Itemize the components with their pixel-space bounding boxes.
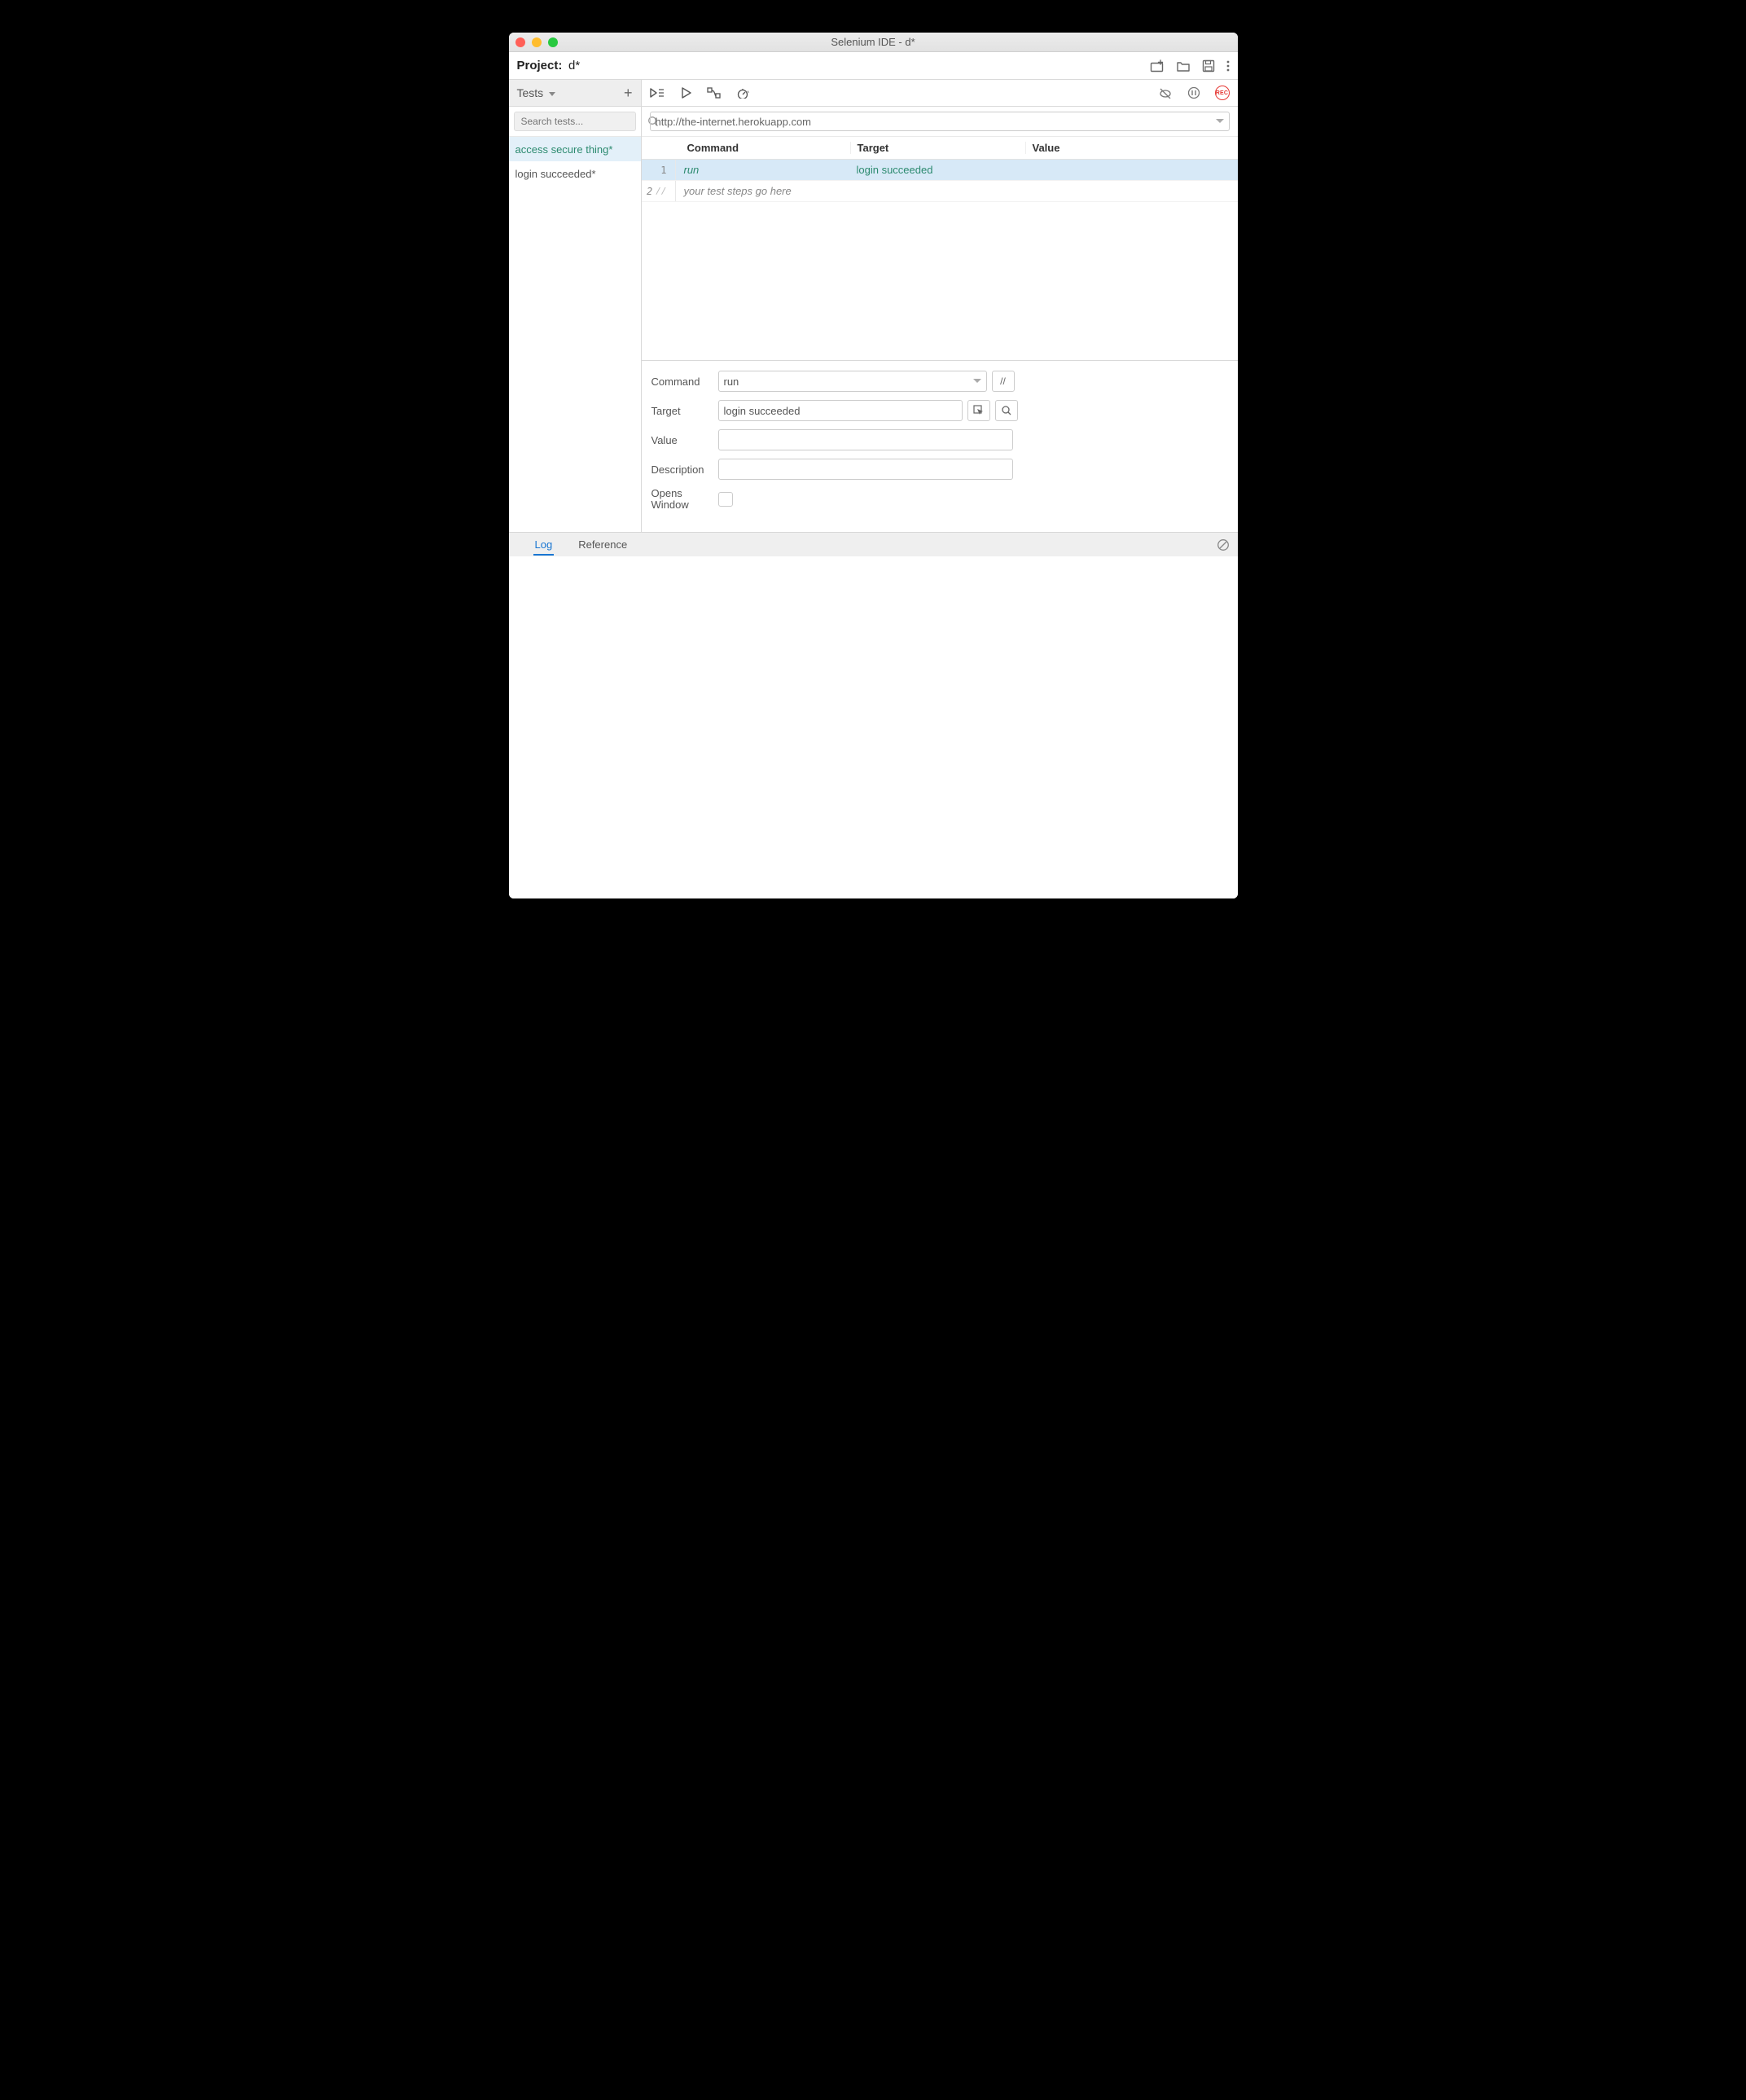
header-value: Value bbox=[1025, 142, 1238, 154]
tests-list: access secure thing* login succeeded* bbox=[509, 137, 641, 186]
step-row[interactable]: 2 // your test steps go here bbox=[642, 181, 1238, 202]
description-input[interactable] bbox=[718, 459, 1013, 480]
base-url-row: http://the-internet.herokuapp.com bbox=[642, 107, 1238, 137]
chevron-down-icon bbox=[973, 379, 981, 384]
main-panel: http://the-internet.herokuapp.com Comman… bbox=[642, 107, 1238, 532]
test-item-login-succeeded[interactable]: login succeeded* bbox=[509, 161, 641, 186]
clear-log-icon[interactable] bbox=[1217, 538, 1230, 551]
minimize-window-button[interactable] bbox=[532, 37, 542, 47]
disable-breakpoints-icon[interactable] bbox=[1158, 87, 1173, 99]
select-target-button[interactable] bbox=[967, 400, 990, 421]
header-command: Command bbox=[679, 142, 850, 154]
step-row[interactable]: 1 run login succeeded bbox=[642, 160, 1238, 181]
steps-grid: 1 run login succeeded 2 // your test ste… bbox=[642, 160, 1238, 360]
project-name: d* bbox=[568, 59, 580, 72]
test-item-label: access secure thing* bbox=[515, 143, 613, 156]
command-input[interactable]: run bbox=[718, 371, 987, 392]
toggle-comment-button[interactable]: // bbox=[992, 371, 1015, 392]
tests-heading[interactable]: Tests + bbox=[509, 80, 642, 106]
project-bar: Project: d* bbox=[509, 52, 1238, 80]
test-item-label: login succeeded* bbox=[515, 168, 596, 180]
project-header: Project: d* bbox=[517, 59, 581, 72]
comment-marker: // bbox=[656, 186, 666, 196]
step-target: login succeeded bbox=[850, 164, 1025, 176]
new-project-icon[interactable] bbox=[1150, 59, 1165, 72]
titlebar: Selenium IDE - d* bbox=[509, 33, 1238, 52]
search-tests-input[interactable] bbox=[514, 112, 636, 131]
step-number: 2 // bbox=[642, 181, 676, 201]
opens-window-checkbox[interactable] bbox=[718, 492, 733, 507]
run-all-tests-icon[interactable] bbox=[650, 87, 666, 99]
run-toolbar: REC bbox=[642, 80, 1238, 106]
step-command: run bbox=[676, 164, 850, 176]
add-test-button[interactable]: + bbox=[624, 87, 633, 99]
description-label: Description bbox=[651, 463, 718, 476]
command-value: run bbox=[724, 376, 739, 388]
open-project-icon[interactable] bbox=[1176, 59, 1191, 72]
speed-control-icon[interactable] bbox=[736, 87, 751, 99]
run-current-test-icon[interactable] bbox=[681, 87, 692, 99]
tests-label: Tests bbox=[517, 86, 544, 99]
app-window: Selenium IDE - d* Project: d* bbox=[509, 33, 1238, 898]
window-controls bbox=[515, 37, 558, 47]
test-item-access-secure-thing[interactable]: access secure thing* bbox=[509, 137, 641, 161]
steps-grid-header: Command Target Value bbox=[642, 137, 1238, 160]
chevron-down-icon bbox=[1216, 119, 1224, 124]
target-label: Target bbox=[651, 405, 718, 417]
header-target: Target bbox=[850, 142, 1025, 154]
target-input[interactable]: login succeeded bbox=[718, 400, 963, 421]
search-tests-field[interactable] bbox=[518, 116, 647, 127]
base-url-value: http://the-internet.herokuapp.com bbox=[656, 116, 812, 128]
bottom-tabs: Log Reference bbox=[509, 532, 1238, 556]
tab-log[interactable]: Log bbox=[533, 534, 555, 556]
toolbar-row: Tests + bbox=[509, 80, 1238, 107]
command-label: Command bbox=[651, 376, 718, 388]
value-label: Value bbox=[651, 434, 718, 446]
step-number: 1 bbox=[642, 160, 676, 180]
log-panel bbox=[509, 556, 1238, 898]
body-split: access secure thing* login succeeded* ht… bbox=[509, 107, 1238, 532]
pause-on-exception-icon[interactable] bbox=[1187, 86, 1200, 99]
step-detail-pane: Command run // Target login succeeded bbox=[642, 360, 1238, 532]
close-window-button[interactable] bbox=[515, 37, 525, 47]
save-project-icon[interactable] bbox=[1202, 59, 1215, 72]
more-menu-icon[interactable] bbox=[1226, 59, 1230, 72]
sidebar: access secure thing* login succeeded* bbox=[509, 107, 642, 532]
search-row bbox=[509, 107, 641, 137]
record-button[interactable]: REC bbox=[1215, 86, 1230, 100]
value-input[interactable] bbox=[718, 429, 1013, 450]
find-target-button[interactable] bbox=[995, 400, 1018, 421]
window-title: Selenium IDE - d* bbox=[509, 33, 1238, 52]
opens-window-label: Opens Window bbox=[651, 488, 718, 511]
target-value: login succeeded bbox=[724, 405, 801, 417]
step-command: your test steps go here bbox=[676, 185, 850, 197]
tab-reference[interactable]: Reference bbox=[577, 534, 629, 556]
maximize-window-button[interactable] bbox=[548, 37, 558, 47]
step-over-icon[interactable] bbox=[707, 87, 722, 99]
tests-dropdown-icon bbox=[549, 87, 555, 99]
base-url-input[interactable]: http://the-internet.herokuapp.com bbox=[650, 112, 1230, 131]
project-label: Project: bbox=[517, 59, 563, 72]
